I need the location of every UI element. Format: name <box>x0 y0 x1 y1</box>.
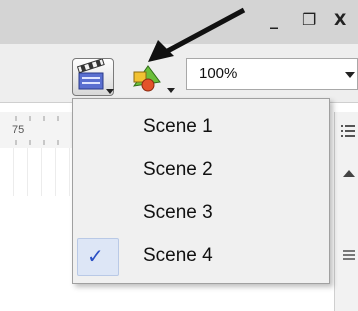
menu-item-label: Scene 1 <box>143 116 213 137</box>
chevron-down-icon <box>345 72 355 78</box>
zoom-value: 100% <box>199 65 238 82</box>
menu-item-scene-1[interactable]: Scene 1 <box>73 107 329 149</box>
minimize-button[interactable]: _ <box>270 10 278 29</box>
menu-item-scene-2[interactable]: Scene 2 <box>73 150 329 192</box>
edit-scene-button[interactable] <box>72 58 114 96</box>
scroll-up-arrow-icon[interactable] <box>343 170 355 178</box>
annotation-arrow <box>148 7 246 62</box>
chevron-down-icon <box>167 88 175 93</box>
scroll-grip-icon <box>343 250 355 260</box>
menu-item-label: Scene 4 <box>143 245 213 266</box>
checkmark-icon: ✓ <box>87 244 104 268</box>
restore-button[interactable]: ❐ <box>302 10 316 29</box>
list-icon <box>341 125 355 137</box>
vertical-scrollbar[interactable] <box>334 112 358 311</box>
close-button[interactable]: X <box>334 10 346 29</box>
scene-menu: Scene 1 Scene 2 Scene 3 ✓ Scene 4 <box>72 98 330 284</box>
zoom-select[interactable]: 100% <box>186 58 358 90</box>
chevron-down-icon <box>106 89 114 94</box>
menu-item-scene-3[interactable]: Scene 3 <box>73 193 329 235</box>
menu-item-scene-4[interactable]: ✓ Scene 4 <box>73 236 329 278</box>
menu-item-label: Scene 2 <box>143 159 213 180</box>
menu-item-label: Scene 3 <box>143 202 213 223</box>
